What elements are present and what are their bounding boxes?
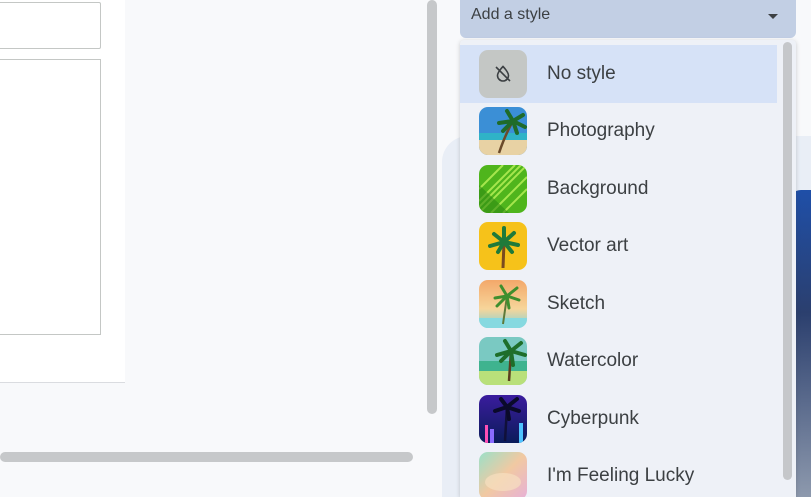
sketch-thumbnail <box>479 280 527 328</box>
document-vertical-scrollbar[interactable] <box>427 0 437 414</box>
style-option-label: Photography <box>547 120 655 141</box>
style-option-label: Sketch <box>547 293 606 314</box>
watercolor-thumbnail <box>479 337 527 385</box>
style-option-label: Watercolor <box>547 350 639 371</box>
style-option-cyberpunk[interactable]: Cyberpunk <box>460 390 777 448</box>
style-option-watercolor[interactable]: Watercolor <box>460 332 777 390</box>
background-thumbnail <box>479 165 527 213</box>
style-option-photography[interactable]: Photography <box>460 102 777 160</box>
style-option-label: Vector art <box>547 235 629 256</box>
style-option-label: No style <box>547 63 616 84</box>
document-page <box>0 0 125 383</box>
style-dropdown-label: Add a style <box>471 6 551 23</box>
style-option-no-style[interactable]: No style <box>460 45 777 103</box>
cyberpunk-thumbnail <box>479 395 527 443</box>
vector-art-thumbnail <box>479 222 527 270</box>
document-text-area[interactable] <box>0 59 101 335</box>
style-menu: No style Photography Background Vector a… <box>460 40 796 497</box>
photography-thumbnail <box>479 107 527 155</box>
menu-scrollbar[interactable] <box>783 42 792 480</box>
style-option-background[interactable]: Background <box>460 160 777 218</box>
style-option-vector-art[interactable]: Vector art <box>460 217 777 275</box>
style-option-label: Background <box>547 178 649 199</box>
document-horizontal-scrollbar[interactable] <box>0 452 413 462</box>
document-text-field[interactable] <box>0 2 101 49</box>
style-dropdown[interactable]: Add a style <box>460 0 796 38</box>
style-option-label: I'm Feeling Lucky <box>547 465 695 486</box>
feeling-lucky-thumbnail <box>479 452 527 497</box>
dropdown-arrow-icon <box>768 14 778 19</box>
style-option-sketch[interactable]: Sketch <box>460 275 777 333</box>
no-style-icon <box>479 50 527 98</box>
style-option-label: Cyberpunk <box>547 408 639 429</box>
style-option-feeling-lucky[interactable]: I'm Feeling Lucky <box>460 447 777 497</box>
